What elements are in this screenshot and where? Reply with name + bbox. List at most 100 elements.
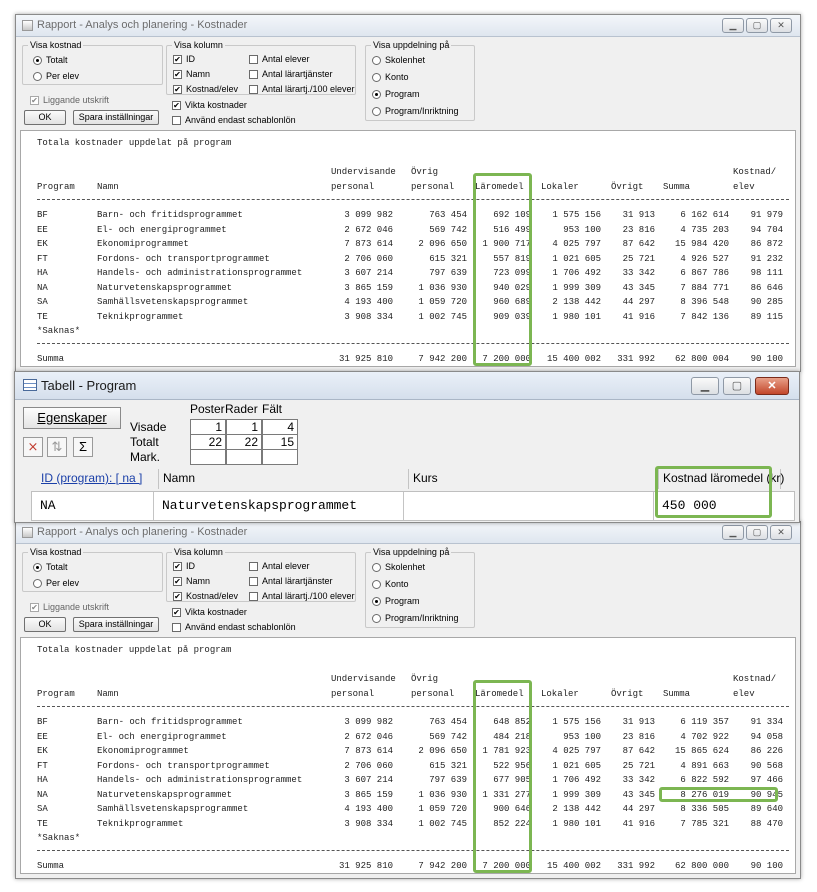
report-cell: NA [37, 282, 48, 293]
minimize-button[interactable]: ▁ [691, 377, 719, 395]
cell-id[interactable]: NA [32, 492, 154, 520]
close-button[interactable]: ✕ [770, 525, 792, 540]
report-sum-cell: 62 800 000 [674, 861, 729, 871]
visa-kostnad-option-0[interactable]: Totalt [33, 54, 68, 66]
column-option-right-0[interactable]: Antal elever [249, 560, 310, 572]
minimize-button[interactable]: ▁ [722, 18, 744, 33]
option-label: Per elev [46, 71, 80, 81]
report-cell: 3 865 159 [344, 282, 393, 293]
visa-kolumn-legend: Visa kolumn [172, 546, 225, 558]
report-cell: 569 742 [429, 224, 467, 235]
report-cell: SA [37, 804, 48, 814]
report-cell: Fordons- och transportprogrammet [97, 253, 270, 264]
report-cell: 7 785 321 [680, 818, 729, 829]
save-settings-button[interactable]: Spara inställningar [73, 110, 159, 125]
report-output[interactable]: Totala kostnader uppdelat på program Unde… [20, 637, 796, 874]
visa-kostnad-option-1[interactable]: Per elev [33, 577, 79, 589]
visa-kolumn-legend: Visa kolumn [172, 39, 225, 51]
report-cell: 25 721 [622, 253, 655, 264]
radio-icon [33, 55, 42, 65]
titlebar: Tabell - Program ▁ ▢ ✕ [15, 372, 799, 400]
col-header-id[interactable]: ID (program): [ na ] [37, 469, 159, 489]
maximize-button[interactable]: ▢ [746, 525, 768, 540]
ok-button[interactable]: OK [24, 110, 66, 125]
report-cell: EE [37, 224, 48, 235]
uppdelning-option-0[interactable]: Skolenhet [372, 561, 425, 573]
report-cell: BF [37, 210, 48, 220]
extra-option-0[interactable]: ✔ Vikta kostnader [172, 606, 247, 618]
extra-option-1[interactable]: Använd endast schablonlön [172, 114, 296, 126]
report-cell: Handels- och administrationsprogrammet [97, 775, 303, 785]
sum-icon[interactable]: Σ [73, 437, 93, 457]
maximize-button[interactable]: ▢ [746, 18, 768, 33]
checkbox-icon [172, 115, 181, 125]
stats-visade-falt: 4 [262, 419, 298, 435]
report-cell: 15 984 420 [674, 239, 729, 249]
liggande-utskrift-label: Liggande utskrift [43, 95, 110, 105]
column-option-1[interactable]: ✔ Namn [173, 68, 210, 80]
report-cell: 7 842 136 [680, 311, 729, 322]
report-column-header: personal [411, 689, 455, 699]
uppdelning-option-3[interactable]: Program/Inriktning [372, 612, 459, 624]
save-settings-button[interactable]: Spara inställningar [73, 617, 159, 632]
stats-totalt-falt: 15 [262, 434, 298, 450]
column-option-0[interactable]: ✔ ID [173, 560, 195, 572]
close-button[interactable]: ✕ [770, 18, 792, 33]
report-cell: HA [37, 268, 48, 278]
report-cell: 89 115 [750, 311, 783, 322]
option-label: ID [186, 54, 195, 64]
column-option-right-0[interactable]: Antal elever [249, 53, 310, 65]
column-option-right-1[interactable]: Antal lärartjänster [249, 68, 333, 80]
cell-kurs[interactable] [404, 492, 654, 520]
report-output[interactable]: Totala kostnader uppdelat på program Unde… [20, 130, 796, 367]
uppdelning-option-3[interactable]: Program/Inriktning [372, 105, 459, 117]
col-header-kurs[interactable]: Kurs [409, 469, 659, 489]
window-title: Rapport - Analys och planering - Kostnad… [37, 526, 248, 538]
extra-option-0[interactable]: ✔ Vikta kostnader [172, 99, 247, 111]
egenskaper-button[interactable]: Egenskaper [23, 407, 121, 429]
report-header-top: Övrig [411, 167, 439, 177]
report-sum-cell: 7 942 200 [418, 354, 467, 364]
checkbox-icon [249, 576, 258, 586]
uppdelning-option-2[interactable]: Program [372, 595, 420, 607]
col-header-namn[interactable]: Namn [159, 469, 409, 489]
report-sum-cell: 331 992 [617, 861, 655, 871]
liggande-utskrift-checkbox[interactable]: ✔ Liggande utskrift [30, 601, 109, 613]
extra-option-1[interactable]: Använd endast schablonlön [172, 621, 296, 633]
cell-namn[interactable]: Naturvetenskapsprogrammet [154, 492, 404, 520]
report-column-header: Program [37, 689, 75, 699]
visa-kostnad-option-1[interactable]: Per elev [33, 70, 79, 82]
uppdelning-option-1[interactable]: Konto [372, 578, 409, 590]
uppdelning-option-2[interactable]: Program [372, 88, 420, 100]
column-option-right-1[interactable]: Antal lärartjänster [249, 575, 333, 587]
checkbox-icon: ✔ [173, 561, 182, 571]
liggande-utskrift-checkbox[interactable]: ✔ Liggande utskrift [30, 94, 109, 106]
close-button[interactable]: ✕ [755, 377, 789, 395]
column-option-1[interactable]: ✔ Namn [173, 575, 210, 587]
maximize-button[interactable]: ▢ [723, 377, 751, 395]
column-option-right-2[interactable]: Antal lärartj./100 elever [249, 83, 355, 95]
column-option-2[interactable]: ✔ Kostnad/elev [173, 83, 238, 95]
option-label: Program [385, 89, 420, 99]
visa-kostnad-option-0[interactable]: Totalt [33, 561, 68, 573]
column-option-0[interactable]: ✔ ID [173, 53, 195, 65]
report-cell: 615 321 [429, 253, 467, 264]
kostnad-column-highlight [655, 466, 772, 518]
checkbox-icon: ✔ [173, 54, 182, 64]
clear-filter-icon[interactable]: ⨯ [23, 437, 43, 457]
column-option-2[interactable]: ✔ Kostnad/elev [173, 590, 238, 602]
report-cell: El- och energiprogrammet [97, 731, 227, 742]
report-cell: 1 706 492 [552, 775, 601, 785]
report-cell: 91 979 [750, 210, 783, 220]
report-cell: 43 345 [622, 789, 655, 800]
report-column-header: elev [733, 182, 755, 192]
minimize-button[interactable]: ▁ [722, 525, 744, 540]
ok-button[interactable]: OK [24, 617, 66, 632]
checkbox-icon: ✔ [172, 100, 181, 110]
report-window-after: Rapport - Analys och planering - Kostnad… [15, 521, 801, 879]
column-option-right-2[interactable]: Antal lärartj./100 elever [249, 590, 355, 602]
sort-icon[interactable]: ⇅ [47, 437, 67, 457]
uppdelning-option-1[interactable]: Konto [372, 71, 409, 83]
uppdelning-option-0[interactable]: Skolenhet [372, 54, 425, 66]
report-cell: 2 672 046 [344, 224, 393, 235]
